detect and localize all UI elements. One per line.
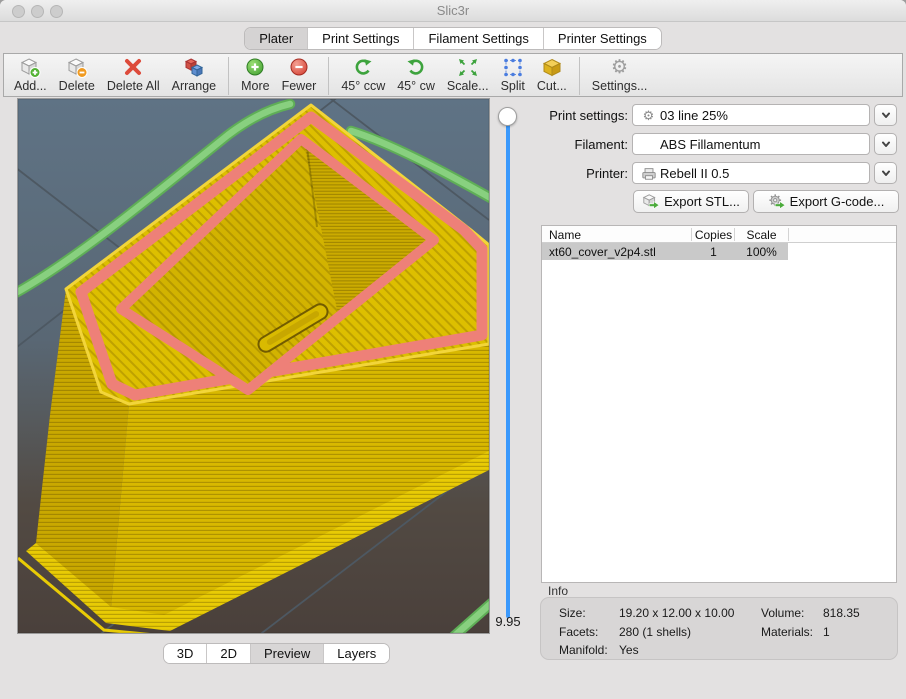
tab-printer-settings[interactable]: Printer Settings	[544, 28, 661, 49]
column-header-scale: Scale	[735, 228, 788, 242]
cell-scale: 100%	[735, 245, 788, 259]
layer-slider-value: 9.95	[484, 614, 532, 629]
manifold-label: Manifold:	[559, 643, 608, 657]
filament-label: Filament:	[540, 137, 628, 152]
cubes-icon	[182, 57, 206, 79]
volume-label: Volume:	[761, 606, 804, 620]
gear-icon: ⚙	[611, 57, 628, 79]
scale-button[interactable]: Scale...	[441, 56, 495, 94]
table-row[interactable]: xt60_cover_v2p4.stl 1 100%	[542, 243, 896, 260]
delete-button[interactable]: Delete	[53, 56, 101, 94]
tab-filament-settings[interactable]: Filament Settings	[414, 28, 543, 49]
tab-2d[interactable]: 2D	[207, 644, 251, 663]
export-stl-button[interactable]: Export STL...	[633, 190, 749, 213]
split-button[interactable]: Split	[495, 56, 531, 94]
objects-table: Name Copies Scale xt60_cover_v2p4.stl 1 …	[541, 225, 897, 583]
printer-dropdown-button[interactable]	[874, 162, 897, 184]
size-label: Size:	[559, 606, 586, 620]
toolbar-separator	[328, 57, 329, 95]
layer-slider: 9.95	[490, 98, 526, 634]
red-minus-ball-icon	[287, 57, 311, 79]
titlebar[interactable]: Slic3r	[0, 0, 906, 22]
print-settings-label: Print settings:	[540, 108, 628, 123]
printer-icon	[640, 166, 657, 181]
materials-value: 1	[823, 625, 830, 639]
tab-print-settings[interactable]: Print Settings	[308, 28, 414, 49]
size-value: 19.20 x 12.00 x 10.00	[619, 606, 734, 620]
print-settings-combo[interactable]: ⚙ 03 line 25%	[632, 104, 870, 126]
settings-panel: Print settings: ⚙ 03 line 25% Filament: …	[540, 98, 900, 668]
arrange-button[interactable]: Arrange	[166, 56, 222, 94]
toolbar: Add... Delete Delete All	[3, 53, 903, 97]
rotate-cw-button[interactable]: 45° cw	[391, 56, 441, 94]
column-header-name: Name	[549, 228, 581, 242]
toolbar-separator	[228, 57, 229, 95]
window-title: Slic3r	[0, 3, 906, 18]
chevron-down-icon	[879, 137, 893, 151]
printer-value: Rebell II 0.5	[660, 166, 729, 181]
table-header: Name Copies Scale	[542, 226, 896, 243]
rotate-ccw-button[interactable]: 45° ccw	[335, 56, 391, 94]
3d-viewport[interactable]	[17, 98, 490, 634]
filament-value: ABS Fillamentum	[660, 137, 760, 152]
main-tabbar: Plater Print Settings Filament Settings …	[0, 23, 906, 53]
info-panel: Size: 19.20 x 12.00 x 10.00 Volume: 818.…	[540, 597, 898, 660]
tab-preview[interactable]: Preview	[251, 644, 324, 663]
print-settings-row: Print settings: ⚙ 03 line 25%	[540, 104, 900, 126]
layer-slider-track[interactable]	[506, 118, 510, 618]
tab-plater[interactable]: Plater	[245, 28, 308, 49]
chevron-down-icon	[879, 108, 893, 122]
printer-combo[interactable]: Rebell II 0.5	[632, 162, 870, 184]
settings-button[interactable]: ⚙ Settings...	[586, 56, 654, 94]
export-stl-icon	[642, 193, 660, 211]
print-preview-scene	[18, 99, 489, 633]
yellow-box-icon	[540, 57, 564, 79]
printer-label: Printer:	[540, 166, 628, 181]
export-gcode-icon	[768, 193, 786, 211]
toolbar-separator	[579, 57, 580, 95]
cell-copies: 1	[692, 245, 735, 259]
fewer-button[interactable]: Fewer	[276, 56, 323, 94]
package-minus-icon	[65, 57, 89, 79]
package-plus-icon	[18, 57, 42, 79]
column-header-copies: Copies	[692, 228, 735, 242]
filament-row: Filament: ABS Fillamentum	[540, 133, 900, 155]
filament-dropdown-button[interactable]	[874, 133, 897, 155]
cell-name: xt60_cover_v2p4.stl	[549, 245, 656, 259]
info-title: Info	[548, 584, 568, 598]
split-dots-icon	[501, 57, 525, 79]
filament-combo[interactable]: ABS Fillamentum	[632, 133, 870, 155]
facets-label: Facets:	[559, 625, 598, 639]
view-tabbar: 3D 2D Preview Layers	[17, 643, 490, 664]
volume-value: 818.35	[823, 606, 860, 620]
tab-group: Plater Print Settings Filament Settings …	[244, 27, 662, 50]
export-gcode-button[interactable]: Export G-code...	[753, 190, 899, 213]
gear-icon: ⚙	[640, 108, 657, 123]
green-plus-ball-icon	[243, 57, 267, 79]
printer-row: Printer: Rebell II 0.5	[540, 162, 900, 184]
layer-slider-knob[interactable]	[498, 107, 517, 126]
scale-arrows-icon	[456, 57, 480, 79]
manifold-value: Yes	[619, 643, 639, 657]
slic3r-window: Slic3r Plater Print Settings Filament Se…	[0, 0, 906, 699]
materials-label: Materials:	[761, 625, 813, 639]
rotate-cw-icon	[404, 57, 428, 79]
rotate-ccw-icon	[351, 57, 375, 79]
red-cross-icon	[121, 57, 145, 79]
delete-all-button[interactable]: Delete All	[101, 56, 166, 94]
chevron-down-icon	[879, 166, 893, 180]
tab-layers[interactable]: Layers	[324, 644, 389, 663]
view-tab-group: 3D 2D Preview Layers	[163, 643, 391, 664]
cut-button[interactable]: Cut...	[531, 56, 573, 94]
print-settings-dropdown-button[interactable]	[874, 104, 897, 126]
add-button[interactable]: Add...	[8, 56, 53, 94]
print-settings-value: 03 line 25%	[660, 108, 728, 123]
more-button[interactable]: More	[235, 56, 275, 94]
tab-3d[interactable]: 3D	[164, 644, 208, 663]
facets-value: 280 (1 shells)	[619, 625, 691, 639]
